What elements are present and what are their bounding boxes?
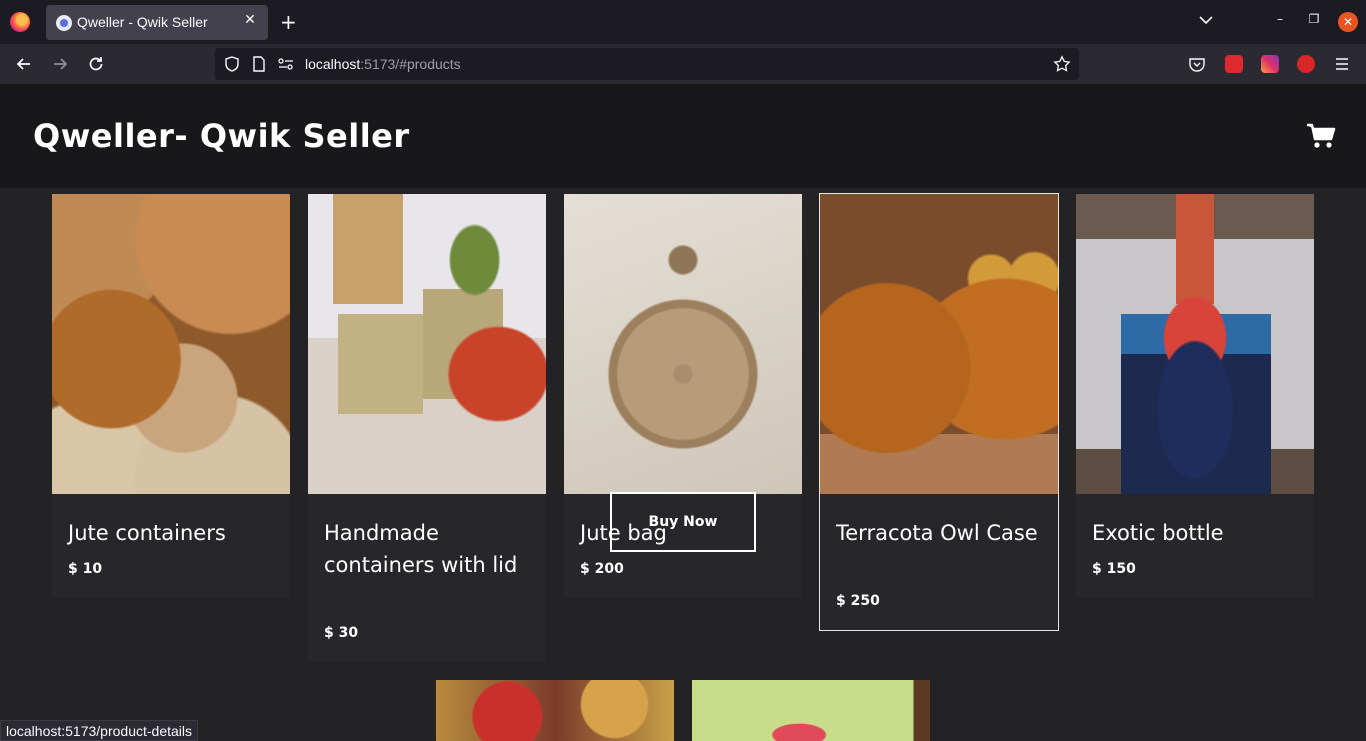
product-image-partial[interactable]: [692, 680, 930, 741]
product-image-terracota-owl-case[interactable]: [820, 194, 1058, 494]
instagram-extension-icon[interactable]: [1261, 55, 1279, 73]
browser-tab-active[interactable]: Qweller - Qwik Seller ✕: [46, 5, 268, 40]
maximize-window-icon[interactable]: ❐: [1304, 12, 1324, 26]
product-image-partial[interactable]: [436, 680, 674, 741]
product-image-handmade-containers[interactable]: [308, 194, 546, 494]
url-host: localhost: [305, 56, 361, 72]
product-price: $ 150: [1092, 561, 1136, 577]
product-name: Exotic bottle: [1092, 521, 1224, 545]
pocket-icon[interactable]: [1188, 55, 1206, 73]
cart-icon[interactable]: [1306, 122, 1336, 150]
back-icon[interactable]: [14, 54, 34, 74]
product-card[interactable]: Exotic bottle $ 150: [1076, 194, 1314, 598]
list-all-tabs-icon[interactable]: [1197, 11, 1215, 29]
product-price: $ 10: [68, 561, 103, 577]
url-bar[interactable]: localhost:5173/#products: [215, 48, 1079, 80]
status-bar-url: localhost:5173/product-details: [0, 720, 199, 741]
product-name: Handmade containers with lid: [324, 521, 518, 577]
product-card[interactable]: Jute containers $ 10: [52, 194, 290, 598]
product-name: Jute containers: [68, 521, 226, 545]
product-card[interactable]: [436, 680, 674, 741]
youtube-extension-icon[interactable]: [1225, 55, 1243, 73]
menu-icon[interactable]: [1333, 55, 1351, 73]
page-icon[interactable]: [251, 55, 267, 73]
permissions-icon[interactable]: [277, 56, 295, 72]
url-path: :5173/#products: [360, 56, 461, 72]
product-image-jute-bag[interactable]: [564, 194, 802, 494]
product-price: $ 30: [324, 625, 359, 641]
tab-title: Qweller - Qwik Seller: [77, 14, 208, 30]
product-card[interactable]: Handmade containers with lid $ 30: [308, 194, 546, 662]
product-name: Terracota Owl Case: [836, 521, 1038, 545]
product-price: $ 200: [580, 561, 624, 577]
browser-nav-bar: localhost:5173/#products: [0, 44, 1366, 84]
product-card[interactable]: Terracota Owl Case $ 250: [819, 193, 1059, 631]
site-favicon-icon: [56, 15, 72, 31]
tab-close-icon[interactable]: ✕: [240, 12, 260, 28]
forward-icon[interactable]: [50, 54, 70, 74]
new-tab-icon[interactable]: +: [280, 10, 297, 34]
buy-now-button[interactable]: Buy Now: [610, 492, 756, 552]
minimize-window-icon[interactable]: –: [1270, 12, 1290, 26]
reload-icon[interactable]: [86, 54, 106, 74]
site-title[interactable]: Qweller- Qwik Seller: [33, 117, 410, 155]
bookmark-star-icon[interactable]: [1053, 55, 1071, 73]
product-card[interactable]: [692, 680, 930, 741]
hand-extension-icon[interactable]: [1297, 55, 1315, 73]
browser-tab-bar: Qweller - Qwik Seller ✕ + – ❐ ✕: [0, 0, 1366, 44]
shield-icon[interactable]: [223, 55, 241, 73]
close-window-icon[interactable]: ✕: [1338, 12, 1358, 32]
product-image-exotic-bottle[interactable]: [1076, 194, 1314, 494]
product-price: $ 250: [836, 593, 880, 609]
url-text[interactable]: localhost:5173/#products: [305, 56, 461, 72]
firefox-logo-icon[interactable]: [10, 12, 30, 32]
site-header: Qweller- Qwik Seller: [0, 84, 1366, 188]
product-image-jute-containers[interactable]: [52, 194, 290, 494]
